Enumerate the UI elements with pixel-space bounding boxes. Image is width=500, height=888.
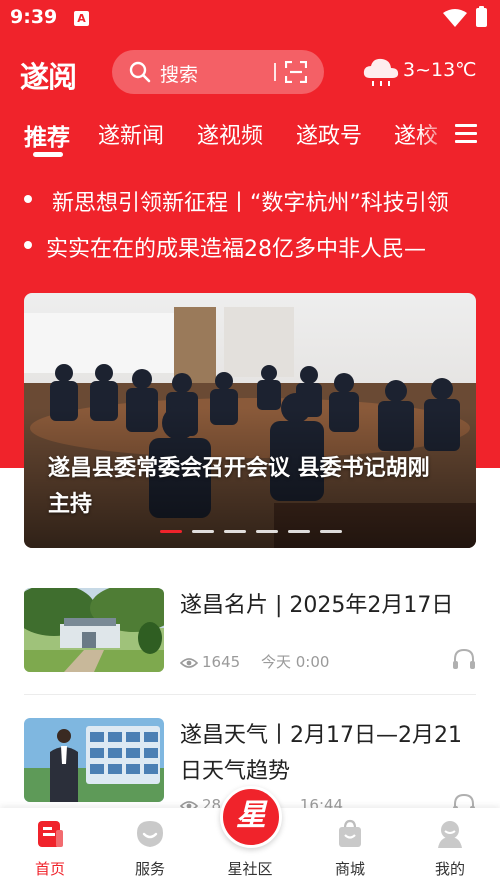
battery-icon [476,6,487,27]
featured-banner[interactable]: 遂昌县委常委会召开会议 县委书记胡刚主持 [24,293,476,548]
search-placeholder: 搜索 [160,64,199,86]
bullet-dot [24,195,32,203]
nav-profile[interactable]: 我的 [400,808,500,888]
weather-temperature: 3~13℃ [403,59,477,81]
tabs-fade [420,114,454,160]
nav-label: 星社区 [227,860,273,878]
profile-icon [438,821,462,848]
headline-text: 新思想引领新征程丨“数字杭州”科技引领 [52,191,449,216]
carousel-dot[interactable] [320,530,342,533]
tab-video[interactable]: 遂视频 [197,118,263,150]
nav-mall[interactable]: 商城 [300,808,400,888]
news-title: 遂昌天气丨2月17日—2月21日天气趋势 [180,723,462,784]
news-views: 1645 [202,653,241,671]
headline-item[interactable]: 新思想引领新征程丨“数字杭州”科技引领 [0,180,500,220]
cloud-icon [363,58,399,86]
tab-government[interactable]: 遂政号 [296,118,362,150]
service-icon [137,821,163,847]
news-meta: 1645 今天 0:00 [180,651,329,672]
nav-label: 服务 [134,860,165,878]
news-time: 今天 0:00 [260,653,330,671]
menu-icon[interactable] [455,124,477,146]
news-thumbnail [24,588,164,672]
search-divider [274,63,276,81]
search-bar[interactable]: 搜索 [112,50,324,94]
scan-icon[interactable] [285,61,307,83]
carousel-dot[interactable] [288,530,310,533]
headline-item[interactable]: 实实在在的成果造福28亿多中非人民— [0,226,500,266]
nav-home[interactable]: 首页 [0,808,100,888]
active-tab-indicator [33,152,63,157]
status-bar: 9:39 A [0,0,500,36]
status-time: 9:39 [10,6,58,28]
carousel-dot[interactable] [224,530,246,533]
tab-news[interactable]: 遂新闻 [98,118,164,150]
carousel-dot[interactable] [192,530,214,533]
nav-label: 我的 [434,860,465,878]
app-logo: 遂阅 [20,60,77,94]
tab-recommend[interactable]: 推荐 [24,118,70,152]
star-community-button[interactable]: 星 [220,786,282,848]
bullet-dot [24,241,32,249]
headline-text: 实实在在的成果造福28亿多中非人民— [46,237,426,262]
nav-service[interactable]: 服务 [100,808,200,888]
news-title: 遂昌名片 | 2025年2月17日 [180,593,454,618]
wifi-icon [443,9,467,27]
banner-caption: 遂昌县委常委会召开会议 县委书记胡刚主持 [48,456,430,517]
news-thumbnail [24,718,164,802]
carousel-dot[interactable] [160,530,182,533]
shopping-bag-icon [339,819,361,847]
list-divider [24,694,476,695]
nav-label: 商城 [334,860,365,878]
headphones-icon[interactable] [452,648,476,670]
carousel-dot[interactable] [256,530,278,533]
home-icon [38,821,63,847]
app-notification-icon: A [74,11,89,26]
search-icon [129,61,151,83]
nav-label: 首页 [34,860,65,878]
views-icon [180,657,198,668]
channel-tabs: 推荐 遂新闻 遂视频 遂政号 遂校 [0,114,500,164]
